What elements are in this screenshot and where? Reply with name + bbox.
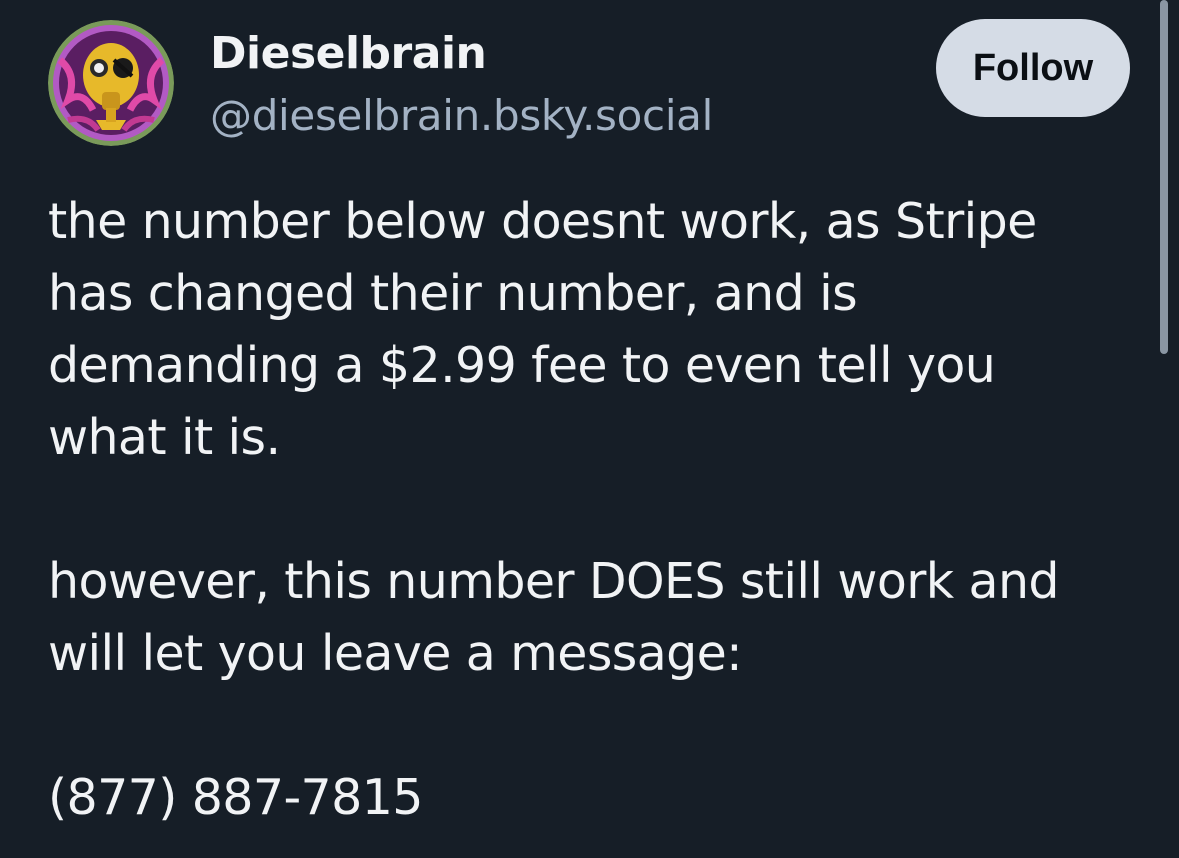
- post-text: the number below doesnt work, as Stripe …: [48, 186, 1158, 834]
- scrollbar[interactable]: [1160, 0, 1168, 354]
- post-line: what it is.: [48, 409, 281, 466]
- author-display-name[interactable]: Dieselbrain: [210, 24, 487, 84]
- post-line: the number below doesnt work, as Stripe: [48, 193, 1037, 250]
- author-handle[interactable]: @dieselbrain.bsky.social: [210, 86, 713, 146]
- post-line: demanding a $2.99 fee to even tell you: [48, 337, 996, 394]
- post-line: however, this number DOES still work and: [48, 553, 1060, 610]
- post-line: has changed their number, and is: [48, 265, 858, 322]
- post-line: will let you leave a message:: [48, 625, 743, 682]
- phone-number: (877) 887-7815: [48, 769, 423, 826]
- follow-button[interactable]: Follow: [936, 19, 1130, 117]
- author-avatar[interactable]: [48, 20, 174, 146]
- gas-mask-avatar-icon: [48, 20, 174, 146]
